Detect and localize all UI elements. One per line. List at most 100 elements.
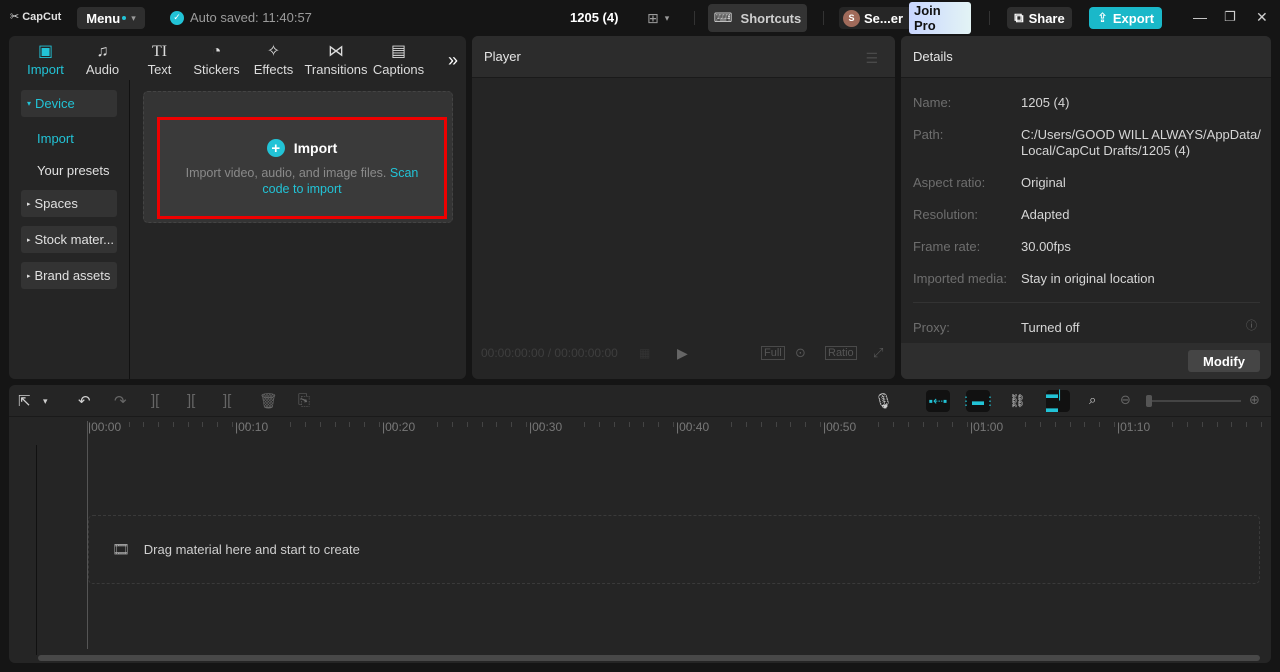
import-dropzone[interactable]: + Import Import video, audio, and image … <box>143 91 453 223</box>
microphone-icon[interactable]: 🎙 <box>874 392 893 410</box>
media-tabs: ▣ Import ♫ Audio TI Text ◔ Stickers ✧ Ef… <box>9 36 466 80</box>
share-button[interactable]: ⧉ Share <box>1007 7 1072 29</box>
sidebar-label: Device <box>35 96 75 111</box>
sidebar-item-your-presets[interactable]: Your presets <box>37 163 110 178</box>
preview-axis-icon[interactable]: ▬|▬ <box>1046 387 1070 415</box>
timeline-dropzone[interactable]: 🎞 Drag material here and start to create <box>88 515 1260 584</box>
player-controls: 00:00:00:00 / 00:00:00:00 ▦ ▶ Full ⊙ Rat… <box>481 344 887 362</box>
chevron-down-icon[interactable]: ▾ <box>43 396 48 407</box>
ruler-tick <box>613 422 615 427</box>
delete-icon[interactable]: 🗑 <box>259 392 278 410</box>
detail-label: Frame rate: <box>913 239 981 254</box>
grid-icon[interactable]: ▦ <box>639 346 650 360</box>
menu-button[interactable]: Menu ▾ <box>77 7 145 29</box>
zoom-view-icon[interactable]: ⊙ <box>795 345 806 361</box>
ruler-tick <box>187 422 189 427</box>
timecode: 00:00:00:00 / 00:00:00:00 <box>481 346 618 360</box>
close-button[interactable]: ✕ <box>1256 9 1268 26</box>
full-quality-button[interactable]: Full <box>761 346 785 360</box>
split-right-icon[interactable]: ][ <box>223 392 231 409</box>
main-track-magnet-icon[interactable]: ▪⇠▪ <box>926 390 950 412</box>
import-desc-text: Import video, audio, and image files. <box>185 166 387 180</box>
sidebar-item-device[interactable]: ▾ Device <box>21 90 117 117</box>
tab-audio[interactable]: ♫ Audio <box>74 38 131 80</box>
captions-icon: ▤ <box>390 43 407 60</box>
sticker-icon: ◔ <box>211 43 222 60</box>
modify-button[interactable]: Modify <box>1188 350 1260 372</box>
player-title: Player <box>484 49 521 64</box>
detail-label: Resolution: <box>913 207 979 222</box>
chevron-down-icon: ▾ <box>664 13 670 23</box>
select-tool-icon[interactable]: ⇱ <box>18 392 31 410</box>
ruler-tick <box>1025 422 1027 427</box>
ruler-tick <box>657 422 659 427</box>
auto-snap-icon[interactable]: ⋮▬⋮ <box>960 390 996 412</box>
import-button-area[interactable]: + Import Import video, audio, and image … <box>157 117 447 219</box>
zoom-slider-handle[interactable] <box>1146 395 1152 407</box>
restore-button[interactable]: ❐ <box>1224 9 1236 25</box>
ruler-tick <box>1040 422 1042 427</box>
tab-transitions[interactable]: ⋈ Transitions <box>302 38 370 80</box>
ruler-tick <box>525 422 527 427</box>
undo-icon[interactable]: ↶ <box>78 392 91 410</box>
edit-marker-icon[interactable]: ⎘ <box>298 392 310 409</box>
tab-text[interactable]: TI Text <box>131 38 188 80</box>
detail-value-aspect: Original <box>1021 175 1066 190</box>
check-icon: ✓ <box>170 10 184 25</box>
export-button[interactable]: ⇪ Export <box>1089 7 1162 29</box>
shortcuts-button[interactable]: ⌨ Shortcuts <box>708 4 807 32</box>
ruler-tick <box>510 422 512 427</box>
detail-label: Path: <box>913 127 944 142</box>
zoom-out-icon[interactable]: ⊖ <box>1120 392 1131 408</box>
ruler-tick <box>216 422 218 427</box>
link-icon[interactable]: ⛓ <box>1009 393 1026 409</box>
menu-icon[interactable]: ☰ <box>865 50 878 67</box>
timeline-ruler[interactable]: |00:00 |00:10 |00:20 |00:30 |00:40 |00:50 |01:… <box>9 418 1271 440</box>
detail-value-proxy: Turned off <box>1021 320 1080 335</box>
zoom-slider[interactable] <box>1149 400 1241 402</box>
ruler-zoom-icon[interactable]: ⌕ <box>1089 392 1096 408</box>
detail-value-imported-media: Stay in original location <box>1021 271 1155 286</box>
ruler-tick <box>128 422 130 427</box>
tab-label: Captions <box>372 62 425 77</box>
user-account[interactable]: S Se...er Join Pro <box>839 2 971 34</box>
audio-icon: ♫ <box>96 43 109 60</box>
tab-label: Audio <box>85 62 120 77</box>
sidebar-item-import[interactable]: Import <box>37 131 74 146</box>
ruler-tick <box>290 422 292 427</box>
tab-captions[interactable]: ▤ Captions <box>370 38 427 80</box>
ruler-tick <box>790 422 792 427</box>
fullscreen-icon[interactable]: ⤢ <box>873 345 883 361</box>
sidebar-item-spaces[interactable]: ▸ Spaces <box>21 190 117 217</box>
timeline-toolbar: ⇱ ▾ ↶ ↷ ][ ][ ][ 🗑 ⎘ 🎙 ▪⇠▪ ⋮▬⋮ ⛓ ▬|▬ ⌕ ⊖… <box>9 385 1271 417</box>
redo-icon[interactable]: ↷ <box>114 392 127 410</box>
import-title: Import <box>293 140 338 156</box>
horizontal-scrollbar[interactable] <box>38 655 1260 661</box>
minimize-button[interactable]: — <box>1193 9 1207 25</box>
ruler-tick <box>937 422 939 427</box>
layout-button[interactable]: ⊞ ▾ <box>647 10 669 27</box>
tab-import[interactable]: ▣ Import <box>17 38 74 80</box>
ratio-button[interactable]: Ratio <box>825 346 857 360</box>
play-button[interactable]: ▶ <box>677 345 688 362</box>
tab-effects[interactable]: ✧ Effects <box>245 38 302 80</box>
ruler-tick <box>202 422 204 427</box>
ruler-tick <box>760 422 762 427</box>
sidebar-item-stock[interactable]: ▸ Stock mater... <box>21 226 117 253</box>
sidebar-item-brand-assets[interactable]: ▸ Brand assets <box>21 262 117 289</box>
tab-stickers[interactable]: ◔ Stickers <box>188 38 245 80</box>
ruler-tick <box>804 422 806 427</box>
ruler-tick <box>349 422 351 427</box>
media-panel: ▣ Import ♫ Audio TI Text ◔ Stickers ✧ Ef… <box>9 36 466 379</box>
film-icon: 🎞 <box>112 541 130 557</box>
ruler-label: |01:00 <box>970 420 1004 434</box>
split-left-icon[interactable]: ][ <box>187 392 195 409</box>
split-icon[interactable]: ][ <box>151 392 159 409</box>
join-pro-button[interactable]: Join Pro <box>909 2 971 34</box>
more-tabs-button[interactable]: » <box>448 50 458 71</box>
help-icon[interactable]: ⓘ <box>1246 317 1257 333</box>
zoom-in-icon[interactable]: ⊕ <box>1249 392 1260 408</box>
ruler-label: |00:30 <box>529 420 563 434</box>
ruler-label: |00:20 <box>382 420 416 434</box>
track-header-divider <box>36 445 37 655</box>
